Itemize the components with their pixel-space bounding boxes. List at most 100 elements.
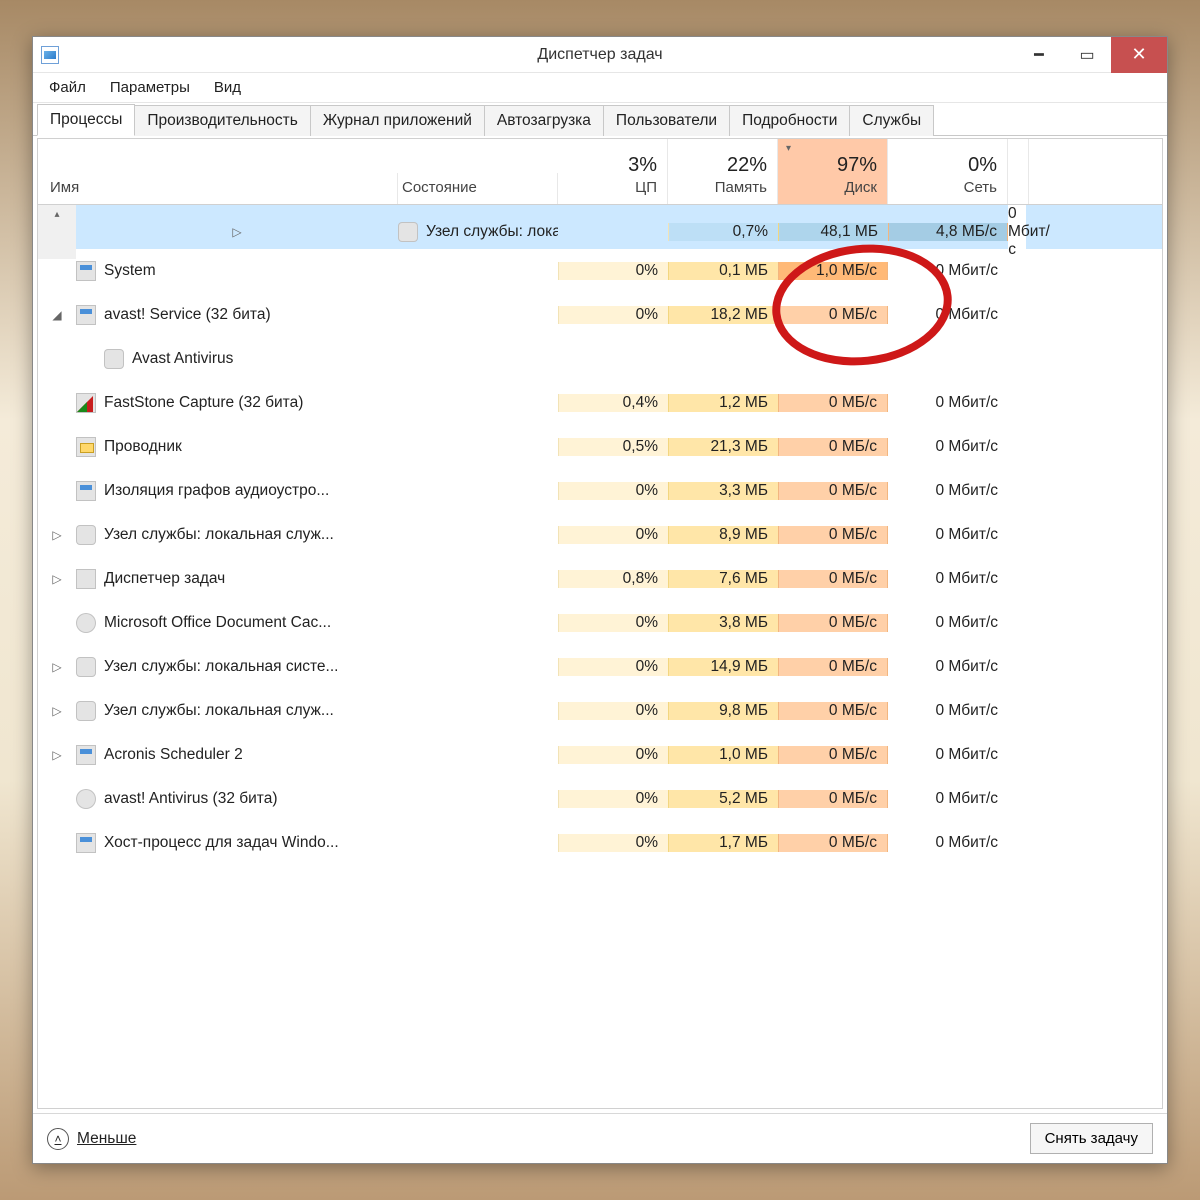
menu-view[interactable]: Вид — [204, 75, 251, 100]
disk-cell: 0 МБ/с — [778, 790, 888, 808]
table-row[interactable]: avast! Antivirus (32 бита)0%5,2 МБ0 МБ/с… — [38, 777, 1162, 821]
memory-percent: 22% — [678, 154, 767, 177]
column-memory[interactable]: 22% Память — [668, 139, 778, 204]
cpu-cell: 0% — [558, 526, 668, 544]
memory-cell: 0,1 МБ — [668, 262, 778, 280]
disk-cell: 0 МБ/с — [778, 394, 888, 412]
process-name-cell: Изоляция графов аудиоустро... — [76, 481, 398, 501]
column-headers[interactable]: Имя Состояние 3% ЦП 22% Память ▾ 97% Дис… — [38, 139, 1162, 205]
network-cell: 0 Мбит/с — [888, 570, 1008, 588]
app-icon — [76, 833, 96, 853]
table-row[interactable]: ▷Диспетчер задач0,8%7,6 МБ0 МБ/с0 Мбит/с — [38, 557, 1162, 601]
disk-cell: 0 МБ/с — [778, 570, 888, 588]
process-name-cell: System — [76, 261, 398, 281]
process-name: Узел службы: локальная служ... — [104, 526, 334, 544]
tab-details[interactable]: Подробности — [729, 105, 850, 136]
expand-toggle-icon[interactable]: ◢ — [38, 308, 76, 322]
scroll-up-icon[interactable]: ▴ — [38, 209, 76, 220]
network-cell: 0 Мбит/с — [888, 790, 1008, 808]
cpu-label: ЦП — [568, 179, 657, 196]
footer-bar: ˄ Меньше Снять задачу — [33, 1113, 1167, 1163]
tab-services[interactable]: Службы — [849, 105, 934, 136]
table-row[interactable]: System0%0,1 МБ1,0 МБ/с0 Мбит/с — [38, 249, 1162, 293]
cpu-cell: 0% — [558, 834, 668, 852]
table-row[interactable]: ▷Acronis Scheduler 20%1,0 МБ0 МБ/с0 Мбит… — [38, 733, 1162, 777]
process-name-cell: Проводник — [76, 437, 398, 457]
cpu-cell: 0% — [558, 262, 668, 280]
cpu-cell: 0,8% — [558, 570, 668, 588]
gear-icon — [76, 701, 96, 721]
network-cell: 0 Мбит/с — [888, 394, 1008, 412]
tab-startup[interactable]: Автозагрузка — [484, 105, 604, 136]
disk-cell: 0 МБ/с — [778, 482, 888, 500]
network-cell: 0 Мбит/с — [888, 262, 1008, 280]
tab-app-history[interactable]: Журнал приложений — [310, 105, 485, 136]
memory-label: Память — [678, 179, 767, 196]
process-name: Хост-процесс для задач Windo... — [104, 834, 339, 852]
cpu-cell: 0% — [558, 746, 668, 764]
network-cell: 0 Мбит/с — [1008, 205, 1026, 259]
disk-cell: 0 МБ/с — [778, 614, 888, 632]
expand-toggle-icon[interactable]: ▷ — [38, 660, 76, 674]
end-task-button[interactable]: Снять задачу — [1030, 1123, 1153, 1154]
window-title: Диспетчер задач — [33, 46, 1167, 64]
process-name-cell: Узел службы: локальная служ... — [76, 525, 398, 545]
table-row[interactable]: ◢avast! Service (32 бита)0%18,2 МБ0 МБ/с… — [38, 293, 1162, 337]
cpu-cell: 0% — [558, 790, 668, 808]
network-percent: 0% — [898, 154, 997, 177]
scrollbar[interactable]: ▴ — [38, 205, 76, 259]
column-network[interactable]: 0% Сеть — [888, 139, 1008, 204]
network-cell: 0 Мбит/с — [888, 526, 1008, 544]
table-row[interactable]: Изоляция графов аудиоустро...0%3,3 МБ0 М… — [38, 469, 1162, 513]
network-cell: 0 Мбит/с — [888, 306, 1008, 324]
disk-percent: 97% — [788, 154, 877, 177]
column-name[interactable]: Имя — [38, 173, 398, 204]
menu-file[interactable]: Файл — [39, 75, 96, 100]
scrollbar-header-spacer — [1008, 139, 1029, 204]
titlebar[interactable]: Диспетчер задач ━ ▭ ✕ — [33, 37, 1167, 73]
cpu-cell: 0,4% — [558, 394, 668, 412]
expand-toggle-icon[interactable]: ▷ — [38, 748, 76, 762]
process-name-cell: Узел службы: локальная систе... — [76, 657, 398, 677]
expand-toggle-icon[interactable]: ▷ — [76, 225, 398, 239]
table-row[interactable]: ▷Узел службы: локальная систе...0,7%48,1… — [38, 205, 1162, 249]
gear-icon — [104, 349, 124, 369]
table-row[interactable]: Avast Antivirus — [38, 337, 1162, 381]
table-row[interactable]: ▷Узел службы: локальная систе...0%14,9 М… — [38, 645, 1162, 689]
expand-toggle-icon[interactable]: ▷ — [38, 704, 76, 718]
app-icon — [76, 745, 96, 765]
sort-descending-icon: ▾ — [786, 143, 791, 154]
tab-users[interactable]: Пользователи — [603, 105, 730, 136]
disk-cell: 0 МБ/с — [778, 658, 888, 676]
tab-performance[interactable]: Производительность — [134, 105, 310, 136]
menu-options[interactable]: Параметры — [100, 75, 200, 100]
process-name: Узел службы: локальная систе... — [104, 658, 338, 676]
fewer-label: Меньше — [77, 1130, 136, 1148]
process-name: Avast Antivirus — [132, 350, 233, 368]
cpu-cell: 0% — [558, 614, 668, 632]
table-row[interactable]: ▷Узел службы: локальная служ...0%8,9 МБ0… — [38, 513, 1162, 557]
avast-icon — [76, 789, 96, 809]
fewer-details-button[interactable]: ˄ Меньше — [47, 1128, 136, 1150]
tab-processes[interactable]: Процессы — [37, 104, 135, 136]
disk-cell: 0 МБ/с — [778, 834, 888, 852]
process-name: Узел службы: локальная служ... — [104, 702, 334, 720]
cpu-cell: 0% — [558, 306, 668, 324]
disk-label: Диск — [788, 179, 877, 196]
table-row[interactable]: FastStone Capture (32 бита)0,4%1,2 МБ0 М… — [38, 381, 1162, 425]
table-row[interactable]: Microsoft Office Document Cac...0%3,8 МБ… — [38, 601, 1162, 645]
memory-cell: 9,8 МБ — [668, 702, 778, 720]
disk-cell: 0 МБ/с — [778, 746, 888, 764]
process-name-cell: FastStone Capture (32 бита) — [76, 393, 398, 413]
expand-toggle-icon[interactable]: ▷ — [38, 528, 76, 542]
app-icon — [76, 261, 96, 281]
column-disk[interactable]: ▾ 97% Диск — [778, 139, 888, 204]
column-status[interactable]: Состояние — [398, 173, 558, 204]
menu-bar: Файл Параметры Вид — [33, 73, 1167, 103]
table-row[interactable]: ▷Узел службы: локальная служ...0%9,8 МБ0… — [38, 689, 1162, 733]
process-name-cell: Хост-процесс для задач Windo... — [76, 833, 398, 853]
table-row[interactable]: Проводник0,5%21,3 МБ0 МБ/с0 Мбит/с — [38, 425, 1162, 469]
column-cpu[interactable]: 3% ЦП — [558, 139, 668, 204]
table-row[interactable]: Хост-процесс для задач Windo...0%1,7 МБ0… — [38, 821, 1162, 865]
expand-toggle-icon[interactable]: ▷ — [38, 572, 76, 586]
